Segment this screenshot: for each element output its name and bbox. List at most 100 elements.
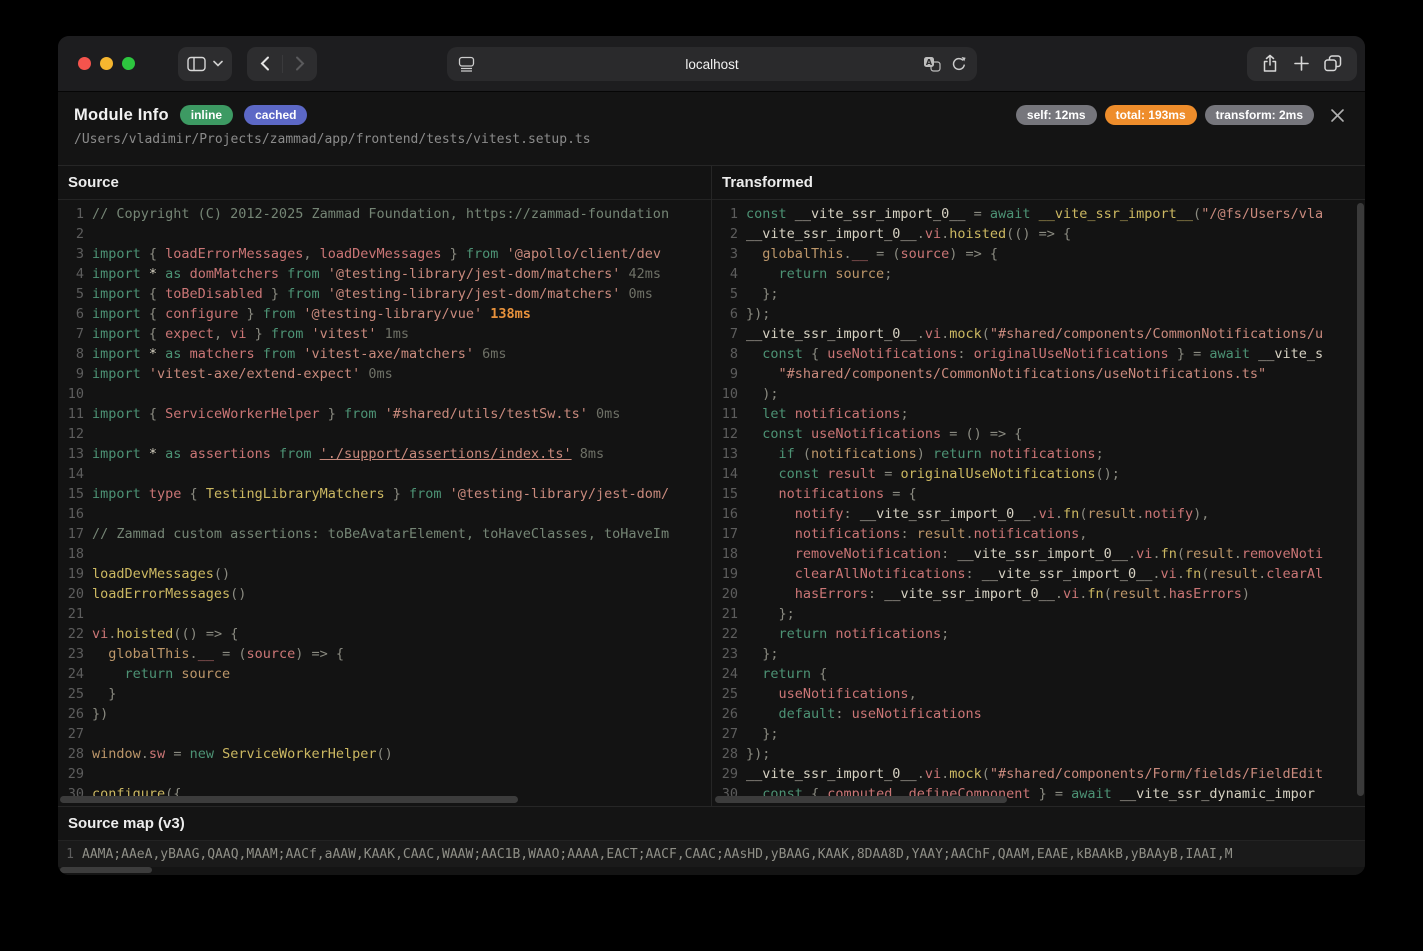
line-number: 29 xyxy=(712,764,746,784)
back-button[interactable] xyxy=(260,56,270,71)
line-number: 3 xyxy=(58,244,92,264)
code-line: 7import { expect, vi } from 'vitest' 1ms xyxy=(58,324,711,344)
translate-icon[interactable]: A xyxy=(923,56,941,72)
sourcemap-mappings: AAMA;AAeA,yBAAG,QAAQ,MAAM;AACf,aAAW,KAAK… xyxy=(82,847,1233,862)
module-link[interactable]: './support/assertions/index.ts' xyxy=(320,446,572,462)
reload-icon[interactable] xyxy=(951,56,967,72)
line-number: 9 xyxy=(58,364,92,384)
code-line: 13import * as assertions from './support… xyxy=(58,444,711,464)
close-window-button[interactable] xyxy=(78,57,91,70)
browser-window: localhost A xyxy=(58,36,1365,875)
sourcemap-title: Source map (v3) xyxy=(58,807,1365,840)
sidebar-toggle-button[interactable] xyxy=(178,47,232,81)
transformed-panel: Transformed 1const __vite_ssr_import_0__… xyxy=(711,166,1365,806)
line-number: 12 xyxy=(58,424,92,444)
transformed-panel-title: Transformed xyxy=(712,166,1365,200)
transform-time-badge: transform: 2ms xyxy=(1205,105,1314,125)
zoom-window-button[interactable] xyxy=(122,57,135,70)
module-file-path: /Users/vladimir/Projects/zammad/app/fron… xyxy=(74,132,1349,147)
line-number: 13 xyxy=(58,444,92,464)
line-number: 25 xyxy=(58,684,92,704)
forward-button[interactable] xyxy=(295,56,305,71)
code-line: 7__vite_ssr_import_0__.vi.mock("#shared/… xyxy=(712,324,1365,344)
line-number: 6 xyxy=(58,304,92,324)
line-number: 4 xyxy=(58,264,92,284)
source-panel: Source 1// Copyright (C) 2012-2025 Zamma… xyxy=(58,166,711,806)
browser-toolbar: localhost A xyxy=(58,36,1365,92)
sourcemap-horizontal-scrollbar[interactable] xyxy=(60,867,152,873)
nav-divider xyxy=(282,55,283,73)
minimize-window-button[interactable] xyxy=(100,57,113,70)
line-number: 21 xyxy=(712,604,746,624)
line-number: 5 xyxy=(712,284,746,304)
line-number: 26 xyxy=(58,704,92,724)
line-number: 6 xyxy=(712,304,746,324)
line-number: 24 xyxy=(58,664,92,684)
share-icon[interactable] xyxy=(1262,54,1278,73)
line-number: 9 xyxy=(712,364,746,384)
line-number: 16 xyxy=(712,504,746,524)
line-number: 23 xyxy=(712,644,746,664)
code-line: 20 hasErrors: __vite_ssr_import_0__.vi.f… xyxy=(712,584,1365,604)
line-number: 22 xyxy=(58,624,92,644)
code-line: 16 xyxy=(58,504,711,524)
svg-text:A: A xyxy=(926,58,933,67)
code-line: 20loadErrorMessages() xyxy=(58,584,711,604)
code-line: 17 notifications: result.notifications, xyxy=(712,524,1365,544)
sourcemap-line: 1 AAMA;AAeA,yBAAG,QAAQ,MAAM;AACf,aAAW,KA… xyxy=(58,840,1365,867)
code-line: 15import type { TestingLibraryMatchers }… xyxy=(58,484,711,504)
code-line: 5import { toBeDisabled } from '@testing-… xyxy=(58,284,711,304)
line-number: 18 xyxy=(58,544,92,564)
code-line: 9import 'vitest-axe/extend-expect' 0ms xyxy=(58,364,711,384)
code-line: 2 xyxy=(58,224,711,244)
line-number: 20 xyxy=(712,584,746,604)
line-number: 11 xyxy=(58,404,92,424)
code-line: 22 return notifications; xyxy=(712,624,1365,644)
line-number: 17 xyxy=(58,524,92,544)
code-line: 22vi.hoisted(() => { xyxy=(58,624,711,644)
nav-buttons xyxy=(247,47,317,81)
url-text: localhost xyxy=(447,57,977,72)
line-number: 2 xyxy=(58,224,92,244)
transformed-vertical-scrollbar[interactable] xyxy=(1357,203,1364,796)
line-number: 7 xyxy=(58,324,92,344)
line-number: 28 xyxy=(712,744,746,764)
line-number: 27 xyxy=(712,724,746,744)
line-number: 28 xyxy=(58,744,92,764)
line-number: 10 xyxy=(58,384,92,404)
line-number: 2 xyxy=(712,224,746,244)
tab-overview-icon[interactable] xyxy=(1324,55,1342,72)
code-line: 29 xyxy=(58,764,711,784)
page-settings-icon[interactable] xyxy=(458,56,475,72)
line-number: 13 xyxy=(712,444,746,464)
cached-badge: cached xyxy=(244,105,307,125)
close-icon[interactable] xyxy=(1330,108,1345,123)
address-bar[interactable]: localhost A xyxy=(447,47,977,81)
code-line: 8import * as matchers from 'vitest-axe/m… xyxy=(58,344,711,364)
source-code: 1// Copyright (C) 2012-2025 Zammad Found… xyxy=(58,200,711,802)
code-line: 2__vite_ssr_import_0__.vi.hoisted(() => … xyxy=(712,224,1365,244)
new-tab-icon[interactable] xyxy=(1294,56,1309,71)
code-line: 11import { ServiceWorkerHelper } from '#… xyxy=(58,404,711,424)
code-line: 1const __vite_ssr_import_0__ = await __v… xyxy=(712,204,1365,224)
code-line: 15 notifications = { xyxy=(712,484,1365,504)
line-number: 25 xyxy=(712,684,746,704)
code-line: 19loadDevMessages() xyxy=(58,564,711,584)
window-controls xyxy=(78,57,135,70)
code-line: 4import * as domMatchers from '@testing-… xyxy=(58,264,711,284)
transformed-horizontal-scrollbar[interactable] xyxy=(715,796,1007,803)
line-number: 23 xyxy=(58,644,92,664)
line-number: 16 xyxy=(58,504,92,524)
line-number: 12 xyxy=(712,424,746,444)
line-number: 10 xyxy=(712,384,746,404)
code-line: 21 xyxy=(58,604,711,624)
source-horizontal-scrollbar[interactable] xyxy=(60,796,518,803)
code-line: 18 xyxy=(58,544,711,564)
code-line: 6}); xyxy=(712,304,1365,324)
code-line: 24 return { xyxy=(712,664,1365,684)
code-line: 5 }; xyxy=(712,284,1365,304)
code-line: 3import { loadErrorMessages, loadDevMess… xyxy=(58,244,711,264)
line-number: 26 xyxy=(712,704,746,724)
line-number: 24 xyxy=(712,664,746,684)
code-line: 23 globalThis.__ = (source) => { xyxy=(58,644,711,664)
